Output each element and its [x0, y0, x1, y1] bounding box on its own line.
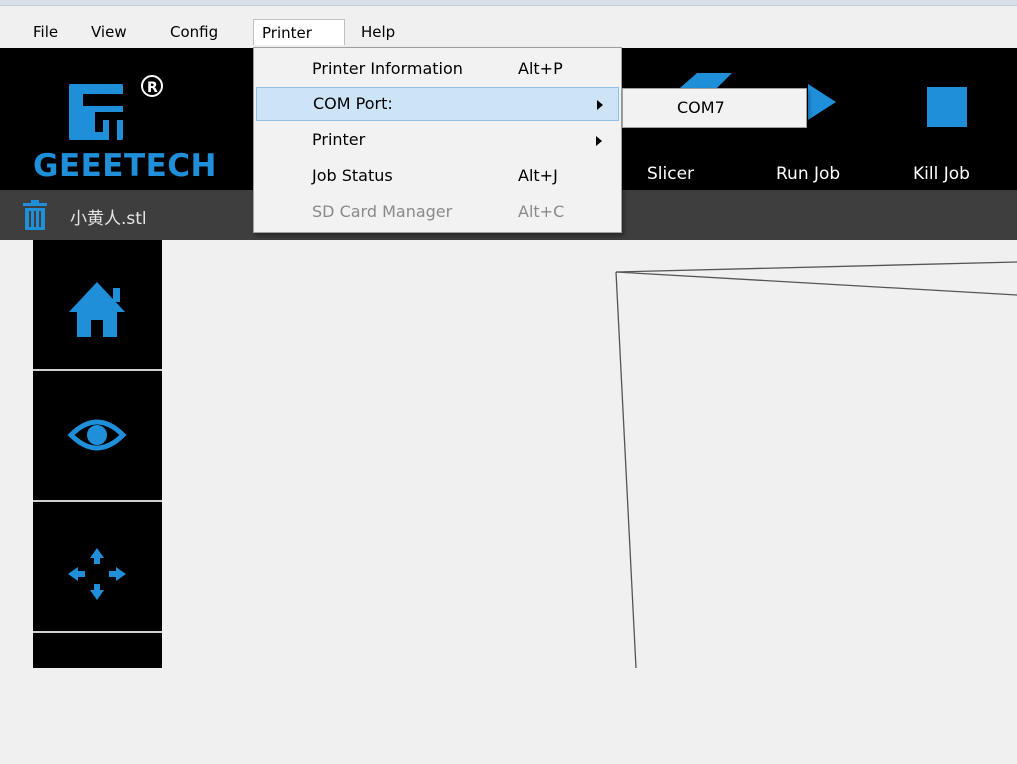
menu-item-shortcut: Alt+J: [518, 166, 558, 185]
run-job-label[interactable]: Run Job: [776, 164, 840, 184]
menu-item-job-status[interactable]: Job Status Alt+J: [256, 160, 619, 194]
menu-bar: File View Config Printer Help: [0, 16, 1017, 48]
menu-item-label: Printer Information: [312, 59, 463, 78]
menu-printer[interactable]: Printer: [253, 19, 345, 45]
menu-item-com-port[interactable]: COM Port:: [256, 87, 619, 121]
menu-view[interactable]: View: [83, 19, 135, 45]
submenu-arrow-icon: [597, 100, 603, 110]
printer-menu: Printer Information Alt+P COM Port: Prin…: [253, 47, 622, 233]
menu-file[interactable]: File: [25, 19, 66, 45]
menu-config[interactable]: Config: [162, 19, 226, 45]
kill-job-label[interactable]: Kill Job: [913, 164, 970, 184]
menu-item-printer-information[interactable]: Printer Information Alt+P: [256, 53, 619, 87]
menu-item-printer[interactable]: Printer: [256, 124, 619, 158]
file-name[interactable]: 小黄人.stl: [70, 204, 147, 229]
window-top-border: [0, 0, 1017, 6]
logo-text: GEEETECH: [33, 148, 217, 184]
menu-item-sd-card-manager: SD Card Manager Alt+C: [256, 196, 619, 230]
menu-item-com7[interactable]: COM7: [677, 98, 725, 117]
menu-item-shortcut: Alt+P: [518, 59, 563, 78]
menu-item-shortcut: Alt+C: [518, 202, 565, 221]
svg-text:R: R: [147, 80, 158, 96]
menu-item-label: Job Status: [312, 166, 393, 185]
submenu-arrow-icon: [596, 136, 602, 146]
com-port-submenu: COM7: [622, 88, 807, 128]
geeetech-logo: R GEEETECH: [33, 70, 228, 185]
menu-help[interactable]: Help: [353, 19, 403, 45]
menu-item-label: COM Port:: [313, 94, 393, 113]
slicer-label[interactable]: Slicer: [647, 164, 694, 184]
trash-icon[interactable]: [22, 200, 48, 230]
stop-icon[interactable]: [925, 85, 969, 129]
build-plate-outline: [615, 261, 1017, 668]
menu-item-label: Printer: [312, 130, 366, 149]
logo-mark-icon: R: [69, 75, 163, 140]
menu-item-label: SD Card Manager: [312, 202, 453, 221]
